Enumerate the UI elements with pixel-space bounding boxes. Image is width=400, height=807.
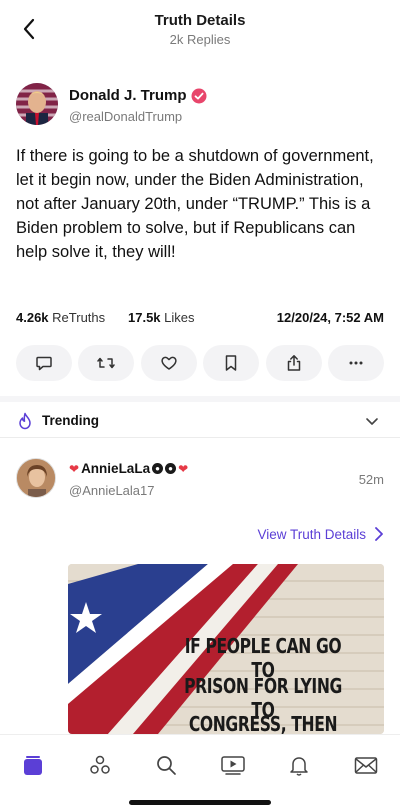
retruth-button[interactable] xyxy=(78,345,135,381)
verified-badge-icon xyxy=(191,88,207,104)
bookmark-button[interactable] xyxy=(203,345,260,381)
image-text-line: CONGRESS, THEN xyxy=(188,712,338,734)
nav-search[interactable] xyxy=(152,751,180,779)
reply-time: 52m xyxy=(358,472,384,487)
chevron-down-icon[interactable] xyxy=(364,413,380,429)
post-timestamp: 12/20/24, 7:52 AM xyxy=(276,310,384,325)
badge-icon: ● xyxy=(165,463,177,474)
post-author[interactable]: Donald J. Trump @realDonaldTrump xyxy=(16,83,386,127)
groups-icon xyxy=(90,755,110,774)
badge-icon: ● xyxy=(152,463,164,474)
share-button[interactable] xyxy=(265,345,322,381)
author-name[interactable]: Donald J. Trump xyxy=(69,87,207,104)
reply-author-name[interactable]: ❤ AnnieLaLa ● ● ❤ xyxy=(69,461,188,476)
page-title: Truth Details xyxy=(154,12,246,29)
retruths-stat[interactable]: 4.26k ReTruths xyxy=(16,310,105,325)
reply-image[interactable]: IF PEOPLE CAN GO TO PRISON FOR LYING TO … xyxy=(68,564,384,734)
bookmark-icon xyxy=(225,355,237,371)
home-indicator xyxy=(129,800,271,805)
like-button[interactable] xyxy=(140,345,197,381)
view-details-label[interactable]: View Truth Details xyxy=(257,527,366,542)
nav-notifications[interactable] xyxy=(285,751,313,779)
trending-section[interactable]: Trending xyxy=(0,404,400,438)
video-icon xyxy=(221,756,245,775)
author-name-text[interactable]: Donald J. Trump xyxy=(69,87,187,104)
bottom-nav xyxy=(0,734,400,807)
post-stats: 4.26k ReTruths 17.5k Likes 12/20/24, 7:5… xyxy=(16,310,386,330)
home-icon xyxy=(24,756,42,775)
likes-label: Likes xyxy=(164,310,195,325)
reply-author-text[interactable]: AnnieLaLa xyxy=(81,461,150,476)
post-actions xyxy=(16,345,384,383)
avatar[interactable] xyxy=(16,83,58,125)
heart-icon: ❤ xyxy=(178,461,189,476)
bell-icon xyxy=(290,757,308,776)
more-icon xyxy=(349,361,363,365)
reply-button[interactable] xyxy=(16,345,72,381)
share-icon xyxy=(287,355,300,371)
heart-icon: ❤ xyxy=(69,461,80,476)
reply-item[interactable]: ❤ AnnieLaLa ● ● ❤ @AnnieLala17 52m xyxy=(16,456,386,506)
nav-messages[interactable] xyxy=(352,751,380,779)
reply-count: 2k Replies xyxy=(169,32,231,47)
reply-author-handle: @AnnieLala17 xyxy=(69,483,155,498)
nav-video[interactable] xyxy=(219,751,247,779)
reply-icon xyxy=(36,356,52,371)
retruths-count: 4.26k xyxy=(16,310,49,325)
section-divider xyxy=(0,396,400,402)
heart-icon xyxy=(161,356,177,370)
more-button[interactable] xyxy=(327,345,384,381)
retruths-label: ReTruths xyxy=(52,310,106,325)
view-truth-details-link[interactable]: View Truth Details xyxy=(257,526,384,542)
chevron-right-icon xyxy=(375,527,383,541)
author-handle: @realDonaldTrump xyxy=(69,109,183,124)
likes-count: 17.5k xyxy=(128,310,161,325)
mail-icon xyxy=(354,757,378,774)
trending-label: Trending xyxy=(42,413,99,428)
avatar[interactable] xyxy=(16,458,56,498)
likes-stat[interactable]: 17.5k Likes xyxy=(128,310,195,325)
header: Truth Details 2k Replies xyxy=(0,0,400,60)
nav-groups[interactable] xyxy=(86,751,114,779)
nav-home[interactable] xyxy=(19,751,47,779)
post-body: If there is going to be a shutdown of go… xyxy=(16,147,374,261)
flame-icon xyxy=(16,412,34,430)
search-icon xyxy=(157,756,176,775)
retruth-icon xyxy=(97,357,116,369)
